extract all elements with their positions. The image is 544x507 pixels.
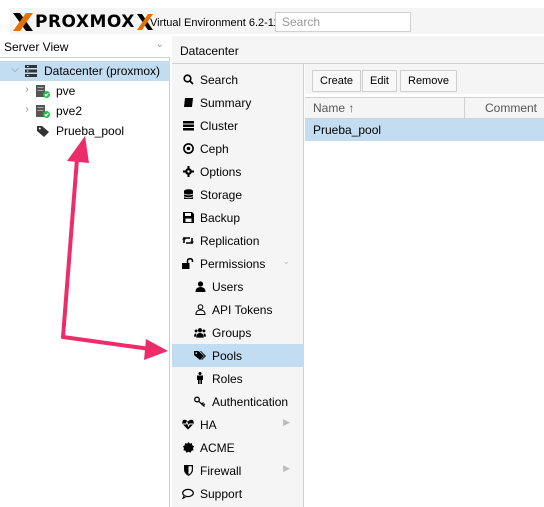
resource-tree: Server View ⌄ ⌵ Datacenter (proxmox) › p… bbox=[0, 36, 170, 507]
user-icon bbox=[194, 280, 206, 292]
search-input[interactable] bbox=[275, 12, 411, 32]
chevron-right-icon[interactable]: › bbox=[22, 104, 32, 115]
nav-item-users[interactable]: Users bbox=[172, 275, 304, 298]
view-selector-label: Server View bbox=[4, 40, 69, 54]
version-label: Virtual Environment 6.2-11 bbox=[150, 17, 280, 29]
nav-item-permissions[interactable]: Permissions ⌄ bbox=[172, 252, 304, 275]
tree-item-label: Prueba_pool bbox=[56, 124, 125, 138]
panel-title: Datacenter bbox=[180, 44, 239, 58]
nav-item-acme[interactable]: ACME bbox=[172, 436, 304, 459]
edit-button[interactable]: Edit bbox=[362, 70, 397, 92]
datacenter-icon bbox=[25, 65, 37, 77]
grid-header: Name ↑ Comment bbox=[305, 97, 544, 119]
node-online-icon bbox=[36, 85, 50, 98]
tag-icon bbox=[37, 126, 49, 137]
nav-item-authentication[interactable]: Authentication bbox=[172, 390, 304, 413]
nav-item-label: ACME bbox=[200, 441, 235, 455]
app-header: PROXMOX Virtual Environment 6.2-11 bbox=[0, 0, 544, 34]
certificate-icon bbox=[182, 441, 194, 453]
chevron-right-icon[interactable]: › bbox=[22, 84, 32, 95]
datacenter-nav-menu: Search Summary Cluster Ceph Options Stor… bbox=[172, 64, 304, 507]
nav-item-label: Pools bbox=[212, 349, 243, 363]
tags-icon bbox=[194, 349, 206, 361]
chevron-right-icon[interactable]: ▶ bbox=[283, 417, 290, 428]
create-button[interactable]: Create bbox=[312, 70, 362, 92]
nav-item-label: Firewall bbox=[200, 464, 242, 478]
nav-item-label: Options bbox=[200, 165, 242, 179]
nav-item-label: Summary bbox=[200, 96, 252, 110]
brand-name: PROXMOX bbox=[35, 12, 135, 32]
floppy-icon bbox=[182, 211, 194, 223]
nav-item-label: Support bbox=[200, 487, 243, 501]
collapse-icon[interactable]: ⌵ bbox=[10, 64, 20, 75]
nav-item-firewall[interactable]: Firewall ▶ bbox=[172, 459, 304, 482]
column-header-name[interactable]: Name ↑ bbox=[305, 98, 465, 118]
heartbeat-icon bbox=[182, 418, 194, 430]
tree-item-pool[interactable]: Prueba_pool bbox=[0, 121, 170, 141]
retweet-icon bbox=[182, 234, 194, 246]
nav-item-ha[interactable]: HA ▶ bbox=[172, 413, 304, 436]
user-outline-icon bbox=[194, 303, 206, 315]
nav-item-cluster[interactable]: Cluster bbox=[172, 114, 304, 137]
nav-item-label: HA bbox=[200, 418, 217, 432]
view-selector[interactable]: Server View ⌄ bbox=[0, 36, 170, 58]
key-icon bbox=[194, 395, 206, 407]
nav-item-label: Replication bbox=[200, 234, 260, 248]
unlock-icon bbox=[182, 257, 194, 269]
proxmox-x-icon bbox=[13, 13, 33, 31]
nav-item-label: Groups bbox=[212, 326, 252, 340]
tree-item-pve2[interactable]: › pve2 bbox=[0, 101, 170, 121]
nav-item-backup[interactable]: Backup bbox=[172, 206, 304, 229]
tree-item-pve[interactable]: › pve bbox=[0, 81, 170, 101]
table-row[interactable]: Prueba_pool bbox=[305, 119, 544, 141]
nav-item-label: Users bbox=[212, 280, 244, 294]
chevron-down-icon[interactable]: ⌄ bbox=[156, 39, 164, 50]
ceph-icon bbox=[182, 142, 194, 154]
nav-item-label: Backup bbox=[200, 211, 241, 225]
nav-item-ceph[interactable]: Ceph bbox=[172, 137, 304, 160]
nav-item-label: Search bbox=[200, 73, 239, 87]
chevron-right-icon[interactable]: ▶ bbox=[283, 463, 290, 474]
nav-item-label: API Tokens bbox=[212, 303, 273, 317]
nav-item-replication[interactable]: Replication bbox=[172, 229, 304, 252]
nav-item-options[interactable]: Options bbox=[172, 160, 304, 183]
tree-item-label: Datacenter (proxmox) bbox=[44, 64, 161, 78]
male-icon bbox=[194, 372, 206, 384]
remove-button[interactable]: Remove bbox=[400, 70, 457, 92]
nav-item-api-tokens[interactable]: API Tokens bbox=[172, 298, 304, 321]
nav-item-search[interactable]: Search bbox=[172, 68, 304, 91]
search-icon bbox=[182, 73, 194, 85]
database-icon bbox=[182, 188, 194, 200]
tree-item-label: pve bbox=[56, 84, 76, 98]
tree-item-label: pve2 bbox=[56, 104, 83, 118]
node-online-icon bbox=[36, 105, 50, 118]
nav-item-summary[interactable]: Summary bbox=[172, 91, 304, 114]
gear-icon bbox=[182, 165, 194, 177]
pool-name-cell: Prueba_pool bbox=[313, 123, 382, 137]
column-header-comment[interactable]: Comment bbox=[465, 98, 544, 118]
nav-item-label: Ceph bbox=[200, 142, 229, 156]
users-icon bbox=[194, 326, 206, 338]
proxmox-logo: PROXMOX bbox=[12, 12, 157, 32]
nav-item-groups[interactable]: Groups bbox=[172, 321, 304, 344]
shield-icon bbox=[182, 464, 194, 476]
nav-item-support[interactable]: Support bbox=[172, 482, 304, 505]
nav-item-storage[interactable]: Storage bbox=[172, 183, 304, 206]
nav-item-label: Storage bbox=[200, 188, 243, 202]
nav-item-label: Authentication bbox=[212, 395, 289, 409]
nav-item-roles[interactable]: Roles bbox=[172, 367, 304, 390]
pools-panel: Create Edit Remove Name ↑ Comment Prueba… bbox=[305, 64, 544, 507]
nav-item-label: Cluster bbox=[200, 119, 239, 133]
nav-item-pools[interactable]: Pools bbox=[172, 344, 304, 367]
pools-toolbar: Create Edit Remove bbox=[305, 64, 544, 94]
comments-icon bbox=[182, 487, 194, 499]
panel-header: Datacenter bbox=[172, 36, 544, 64]
nav-item-label: Roles bbox=[212, 372, 243, 386]
tree-item-datacenter[interactable]: ⌵ Datacenter (proxmox) bbox=[0, 61, 170, 81]
chevron-down-icon[interactable]: ⌄ bbox=[282, 256, 290, 267]
server-icon bbox=[182, 119, 194, 131]
book-icon bbox=[182, 96, 194, 108]
nav-item-label: Permissions bbox=[200, 257, 266, 271]
